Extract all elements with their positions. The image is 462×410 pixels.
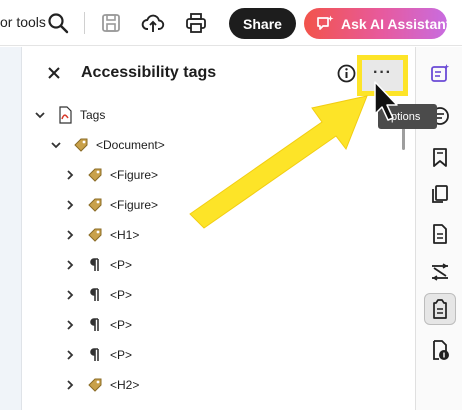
chevron-right-icon[interactable] xyxy=(64,199,76,211)
tree-item[interactable]: <H1> xyxy=(64,224,139,246)
options-tooltip: ptions xyxy=(378,104,437,129)
tree-item-label: <Document> xyxy=(96,138,165,152)
chevron-right-icon[interactable] xyxy=(64,379,76,391)
tree-item-label: <P> xyxy=(110,318,133,332)
right-tool-rail xyxy=(415,47,462,410)
tag-icon xyxy=(88,168,102,182)
tree-item[interactable]: <H2> xyxy=(64,374,139,396)
panel-scrollbar[interactable] xyxy=(401,100,407,410)
ask-ai-assistant-button[interactable]: Ask AI Assistant xyxy=(304,8,451,39)
tree-item-label: <Figure> xyxy=(110,198,159,212)
close-icon[interactable] xyxy=(47,66,61,80)
tree-item-label: <P> xyxy=(110,258,133,272)
paragraph-icon xyxy=(90,348,99,361)
tree-item-label: <P> xyxy=(110,288,133,302)
reading-order-icon[interactable] xyxy=(429,339,451,361)
tree-item-label: Tags xyxy=(80,108,106,122)
share-button[interactable]: Share xyxy=(229,8,296,39)
accessibility-tags-icon[interactable] xyxy=(429,298,451,320)
tree-item-label: <H1> xyxy=(110,228,140,242)
chevron-right-icon[interactable] xyxy=(64,229,76,241)
tree-item-label: <Figure> xyxy=(110,168,159,182)
top-toolbar: or tools Share Ask AI Assistant xyxy=(0,0,462,46)
paragraph-icon xyxy=(90,318,99,331)
pages-icon[interactable] xyxy=(429,183,451,205)
panel-header: Accessibility tags ··· xyxy=(23,47,415,99)
chevron-right-icon[interactable] xyxy=(64,169,76,181)
document-icon[interactable] xyxy=(429,223,451,245)
search-icon[interactable] xyxy=(47,12,69,34)
tag-icon xyxy=(88,378,102,392)
bookmark-icon[interactable] xyxy=(429,146,451,168)
tree-item[interactable]: <P> xyxy=(64,284,132,306)
tree-item[interactable]: <Document> xyxy=(50,134,165,156)
ai-chat-sparkle-icon xyxy=(317,15,334,30)
tree-item[interactable]: <Figure> xyxy=(64,164,158,186)
options-button[interactable]: ··· xyxy=(357,55,408,96)
compare-icon[interactable] xyxy=(429,261,451,283)
save-icon[interactable] xyxy=(99,11,123,35)
chevron-down-icon[interactable] xyxy=(50,139,62,151)
tree-item-label: <P> xyxy=(110,348,133,362)
paragraph-icon xyxy=(90,258,99,271)
tag-icon xyxy=(88,228,102,242)
ask-ai-assistant-label: Ask AI Assistant xyxy=(341,15,451,32)
tree-item[interactable]: <P> xyxy=(64,344,132,366)
search-tools-text[interactable]: or tools xyxy=(0,14,46,30)
panel-title: Accessibility tags xyxy=(81,64,217,81)
tree-item[interactable]: <P> xyxy=(64,314,132,336)
chevron-down-icon[interactable] xyxy=(34,109,46,121)
paragraph-icon xyxy=(90,288,99,301)
tag-icon xyxy=(74,138,88,152)
tree-item[interactable]: Tags xyxy=(34,104,105,126)
chevron-right-icon[interactable] xyxy=(64,259,76,271)
tree-item-label: <H2> xyxy=(110,378,140,392)
tree-item[interactable]: <P> xyxy=(64,254,132,276)
chevron-right-icon[interactable] xyxy=(64,349,76,361)
edit-sparkle-icon[interactable] xyxy=(429,63,451,85)
info-icon[interactable] xyxy=(337,64,356,83)
options-dots: ··· xyxy=(373,63,392,81)
upload-cloud-icon[interactable] xyxy=(141,11,165,35)
print-icon[interactable] xyxy=(184,11,208,35)
chevron-right-icon[interactable] xyxy=(64,319,76,331)
toolbar-divider xyxy=(84,12,85,34)
tree-item[interactable]: <Figure> xyxy=(64,194,158,216)
pdf-tags-icon xyxy=(59,106,72,124)
document-edge xyxy=(0,47,22,410)
tag-icon xyxy=(88,198,102,212)
chevron-right-icon[interactable] xyxy=(64,289,76,301)
